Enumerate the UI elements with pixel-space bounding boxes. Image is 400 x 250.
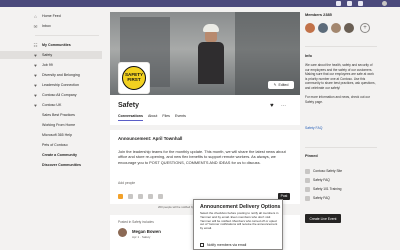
nav-my-communities[interactable]: ☷ My Communities — [0, 41, 102, 49]
heart-icon: ♥ — [34, 62, 37, 68]
posted-in-label: Posted in Safety includes — [118, 220, 154, 224]
section-divider — [305, 147, 377, 148]
pinned-item[interactable]: Contoso Safety Site — [305, 167, 377, 175]
more-options-icon[interactable]: ⋯ — [281, 103, 286, 109]
edit-cover-button[interactable]: ✎ Edited — [268, 81, 294, 89]
document-icon — [305, 195, 310, 201]
worker-face — [205, 31, 217, 42]
announcement-delivery-popup: Announcement Delivery Options Select the… — [193, 199, 283, 250]
community-header: Safety ♥ ⋯ Conversations About Files Eve… — [110, 95, 300, 125]
safety-faq-link[interactable]: Safety FAQ — [305, 126, 322, 130]
author-name[interactable]: Megan Bowen — [132, 229, 161, 234]
nav-community-uk[interactable]: ♥ Contoso UK — [0, 101, 102, 109]
notifications-icon[interactable] — [347, 1, 352, 6]
worker-body — [198, 42, 224, 84]
tab-events[interactable]: Events — [175, 114, 186, 121]
nav-community-safety[interactable]: ♥ Safety — [0, 51, 102, 59]
worker-figure — [198, 24, 224, 84]
nav-community-wfh[interactable]: Working From Home — [0, 121, 102, 129]
pinned-item[interactable]: Safety 101 Training — [305, 185, 377, 193]
pinned-item[interactable]: Safety FAQ — [305, 194, 377, 202]
top-bar — [0, 0, 400, 7]
section-divider — [305, 46, 377, 47]
info-heading: Info — [305, 54, 312, 58]
left-navigation: ⌂ Home Feed ✉ Inbox ☷ My Communities ♥ S… — [0, 7, 102, 250]
image-icon[interactable] — [138, 193, 143, 199]
add-people-field[interactable]: Add people — [118, 181, 135, 185]
nav-community-pets[interactable]: Pets of Contoso — [0, 141, 102, 149]
user-avatar[interactable] — [382, 1, 387, 6]
attach-icon[interactable] — [148, 193, 153, 199]
heart-icon: ♥ — [34, 82, 37, 88]
nav-community-m365-help[interactable]: Microsoft 365 Help — [0, 131, 102, 139]
nav-community-sales[interactable]: Sales Best Practices — [0, 111, 102, 119]
heart-icon: ♥ — [34, 102, 37, 108]
member-avatar[interactable] — [305, 23, 315, 33]
notify-email-option[interactable]: Notify members via email — [200, 243, 246, 247]
nav-divider — [35, 35, 99, 36]
announcement-type-icon[interactable] — [118, 193, 123, 199]
community-title: Safety — [118, 102, 140, 109]
members-heading[interactable]: Members 2385 — [305, 12, 332, 17]
logo-text: SAFETY FIRST — [124, 72, 144, 82]
topic-icon[interactable] — [158, 193, 163, 199]
link-icon — [305, 168, 310, 174]
tab-files[interactable]: Files — [162, 114, 170, 121]
member-avatar[interactable] — [331, 23, 341, 33]
hard-hat-icon — [203, 24, 219, 32]
gif-icon[interactable] — [128, 193, 133, 199]
popup-description: Select the checkbox before posting to no… — [200, 211, 279, 231]
tab-about[interactable]: About — [148, 114, 157, 121]
announcement-body[interactable]: Join the leadership teams for the monthl… — [118, 149, 294, 165]
author-avatar[interactable] — [118, 228, 127, 237]
nav-create-community[interactable]: Create a Community — [0, 151, 102, 159]
popup-title: Announcement Delivery Options — [200, 204, 281, 210]
announcement-heading[interactable]: Announcement: April Townhall — [118, 136, 182, 141]
nav-community-job99[interactable]: ♥ Job 99 — [0, 61, 102, 69]
add-member-icon[interactable]: + — [360, 23, 370, 33]
pinned-heading: Pinned — [305, 154, 318, 158]
member-avatar[interactable] — [344, 23, 354, 33]
heart-icon: ♥ — [34, 92, 37, 98]
tab-conversations[interactable]: Conversations — [118, 114, 143, 121]
nav-community-all-company[interactable]: ♥ Contoso All Company — [0, 91, 102, 99]
safety-first-sign: SAFETY FIRST — [122, 66, 146, 90]
community-logo: SAFETY FIRST — [118, 62, 150, 94]
nav-discover-communities[interactable]: Discover Communities — [0, 161, 102, 169]
member-avatar[interactable] — [318, 23, 328, 33]
nav-community-leadership[interactable]: ♥ Leadership Connection — [0, 81, 102, 89]
create-live-event-button[interactable]: Create Live Event — [305, 214, 341, 223]
heart-icon: ♥ — [34, 72, 37, 78]
info-body: We care about the health, safety and sec… — [305, 63, 376, 104]
nav-home-feed[interactable]: ⌂ Home Feed — [0, 12, 102, 20]
post-meta: Apr 1 · Safety — [132, 235, 151, 239]
community-tabs: Conversations About Files Events — [118, 114, 186, 121]
notify-email-checkbox[interactable] — [200, 243, 204, 247]
pencil-icon: ✎ — [273, 83, 277, 87]
communities-icon: ☷ — [33, 42, 38, 48]
home-icon: ⌂ — [34, 13, 37, 19]
right-sidebar: Members 2385 + Info We care about the he… — [305, 7, 400, 250]
heart-icon: ♥ — [34, 52, 37, 58]
pinned-item[interactable]: Safety FAQ — [305, 176, 377, 184]
nav-inbox[interactable]: ✉ Inbox — [0, 22, 102, 30]
announcement-composer: Announcement: April Townhall Join the le… — [110, 130, 300, 204]
help-icon[interactable] — [336, 1, 341, 6]
settings-icon[interactable] — [358, 1, 363, 6]
nav-community-diversity[interactable]: ♥ Diversity and Belonging — [0, 71, 102, 79]
document-icon — [305, 177, 310, 183]
inbox-icon: ✉ — [33, 23, 38, 29]
document-icon — [305, 186, 310, 192]
favorite-heart-icon[interactable]: ♥ — [270, 103, 274, 109]
